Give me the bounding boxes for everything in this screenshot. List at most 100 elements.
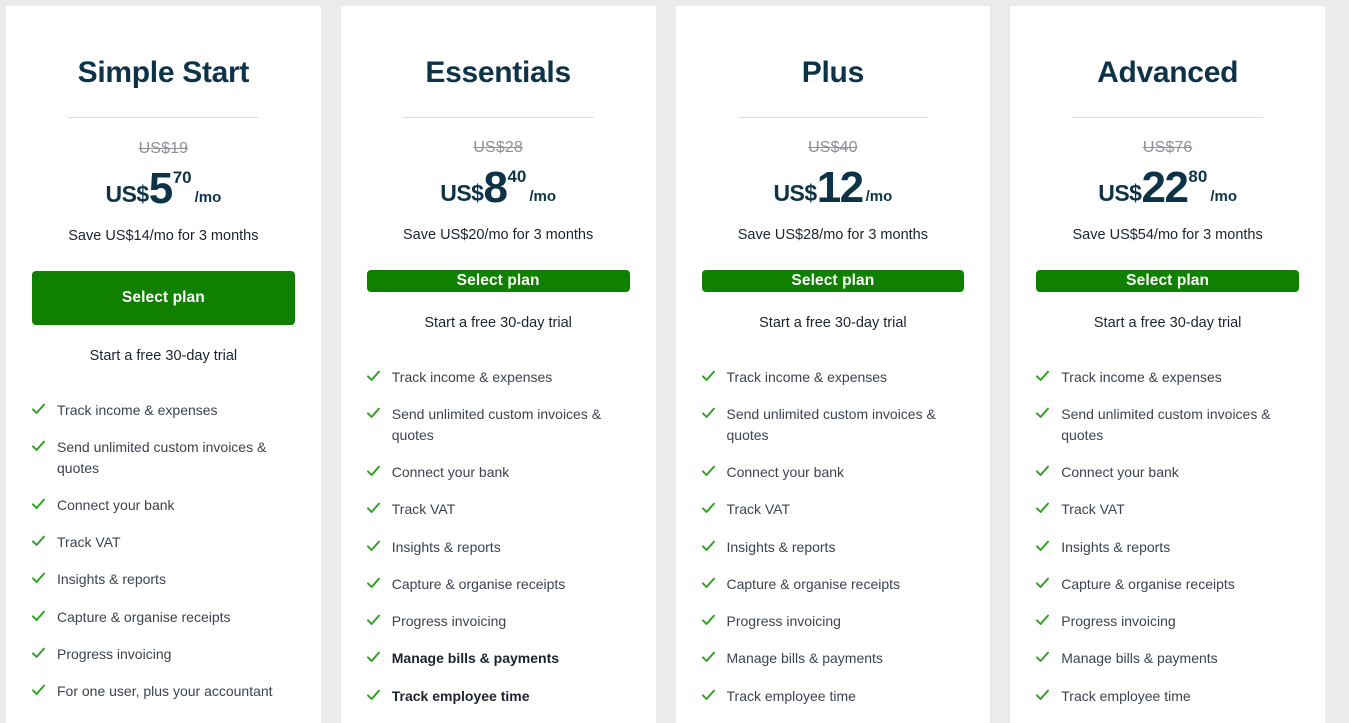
plan-title: Advanced xyxy=(1097,56,1239,89)
feature-label: Track employee time xyxy=(726,687,856,704)
free-trial-note: Start a free 30-day trial xyxy=(89,348,238,364)
price-block: US$28 US$ 8 40/mo Save US$20/mo for 3 mont… xyxy=(367,139,630,243)
feature-item: Track income & expenses xyxy=(701,367,965,387)
check-icon xyxy=(32,610,45,623)
feature-label: Insights & reports xyxy=(391,538,501,555)
plan-title: Simple Start xyxy=(77,56,250,89)
feature-label: Progress invoicing xyxy=(1061,613,1176,630)
check-icon xyxy=(366,502,380,515)
check-icon xyxy=(701,651,715,664)
feature-item: Insights & reports xyxy=(701,537,965,557)
price-period: /mo xyxy=(529,188,557,206)
original-price: US$40 xyxy=(808,139,858,157)
feature-label: Connect your bank xyxy=(1061,463,1179,480)
check-icon xyxy=(32,572,45,585)
feature-label: Progress invoicing xyxy=(391,613,507,630)
price-integer: 12 xyxy=(816,163,864,213)
current-price: US$ 12/mo xyxy=(702,166,965,210)
check-icon xyxy=(366,614,380,627)
feature-item: Track employee time xyxy=(1036,686,1299,706)
check-icon xyxy=(1036,407,1050,420)
original-price: US$19 xyxy=(138,140,189,157)
feature-item: Insights & reports xyxy=(32,569,295,589)
feature-item: Progress invoicing xyxy=(701,611,965,631)
feature-item: Manage bills & payments xyxy=(366,648,630,668)
check-icon xyxy=(366,407,380,420)
check-icon xyxy=(1036,540,1050,553)
feature-label: Capture & organise receipts xyxy=(57,608,231,625)
check-icon xyxy=(366,370,380,383)
feature-item: Connect your bank xyxy=(701,462,965,482)
feature-label: Track income & expenses xyxy=(391,369,553,386)
check-icon xyxy=(701,407,715,420)
check-icon xyxy=(1036,651,1050,664)
check-icon xyxy=(32,535,45,548)
feature-label: Send unlimited custom invoices & quotes xyxy=(57,439,267,476)
feature-label: Capture & organise receipts xyxy=(1061,575,1235,592)
price-cents: 40 xyxy=(507,167,527,187)
feature-item: Connect your bank xyxy=(1036,462,1299,482)
feature-label: Insights & reports xyxy=(726,538,836,555)
select-plan-button[interactable]: Select plan xyxy=(32,271,295,325)
free-trial-note: Start a free 30-day trial xyxy=(759,315,907,332)
feature-label: Track employee time xyxy=(391,687,530,704)
feature-list: Track income & expenses Send unlimited c… xyxy=(701,367,965,723)
check-icon xyxy=(1036,614,1050,627)
feature-label: Track income & expenses xyxy=(57,402,218,418)
feature-item: Connect your bank xyxy=(32,495,295,515)
feature-label: Track income & expenses xyxy=(726,369,888,386)
check-icon xyxy=(366,689,380,702)
price-integer: 22 xyxy=(1141,163,1188,213)
price-integer: 5 xyxy=(148,164,173,213)
feature-item: Send unlimited custom invoices & quotes xyxy=(1036,404,1299,445)
feature-item: Send unlimited custom invoices & quotes xyxy=(701,404,965,445)
feature-label: Connect your bank xyxy=(726,463,845,480)
feature-item: Insights & reports xyxy=(366,537,630,557)
feature-label: Manage bills & payments xyxy=(726,650,883,667)
feature-label: Progress invoicing xyxy=(726,613,841,630)
feature-item: Track income & expenses xyxy=(1036,367,1299,387)
feature-label: Progress invoicing xyxy=(57,646,172,663)
feature-label: For one user, plus your accountant xyxy=(57,683,273,700)
free-trial-note: Start a free 30-day trial xyxy=(1093,315,1242,332)
check-icon xyxy=(1036,370,1050,383)
feature-item: Track income & expenses xyxy=(366,367,630,387)
check-icon xyxy=(701,370,715,383)
feature-item: Capture & organise receipts xyxy=(1036,574,1299,594)
feature-item: Track VAT xyxy=(1036,499,1299,519)
plan-card-plus: Plus US$40 US$ 12/mo Save US$28/mo for 3 … xyxy=(675,6,991,723)
feature-label: Insights & reports xyxy=(1061,538,1171,555)
price-block: US$40 US$ 12/mo Save US$28/mo for 3 month… xyxy=(702,139,965,243)
check-icon xyxy=(32,684,45,697)
feature-list: Track income & expenses Send unlimited c… xyxy=(32,400,295,719)
check-icon xyxy=(701,614,715,627)
plan-title: Essentials xyxy=(425,56,571,89)
savings-note: Save US$20/mo for 3 months xyxy=(403,227,594,244)
original-price: US$28 xyxy=(473,139,523,157)
savings-note: Save US$14/mo for 3 months xyxy=(68,228,259,244)
feature-item: Track VAT xyxy=(366,499,630,519)
feature-item: Progress invoicing xyxy=(32,644,295,664)
currency-symbol: US$ xyxy=(105,181,149,207)
select-plan-button[interactable]: Select plan xyxy=(701,270,965,293)
feature-label: Manage bills & payments xyxy=(1061,650,1218,667)
feature-label: Track VAT xyxy=(57,534,121,551)
feature-item: Manage bills & payments xyxy=(1036,648,1299,668)
check-icon xyxy=(1036,689,1050,702)
feature-item: Capture & organise receipts xyxy=(366,574,630,594)
check-icon xyxy=(32,498,45,511)
savings-note: Save US$54/mo for 3 months xyxy=(1072,227,1263,244)
feature-label: Capture & organise receipts xyxy=(726,575,901,592)
feature-label: Track VAT xyxy=(726,501,791,518)
check-icon xyxy=(366,465,380,478)
select-plan-button[interactable]: Select plan xyxy=(366,270,630,293)
currency-symbol: US$ xyxy=(1098,180,1142,207)
feature-label: Manage bills & payments xyxy=(391,650,560,667)
feature-item: Track VAT xyxy=(32,532,295,552)
plan-title: Plus xyxy=(801,56,864,89)
feature-item: Track VAT xyxy=(701,499,965,519)
select-plan-button[interactable]: Select plan xyxy=(1036,270,1299,293)
feature-label: Track income & expenses xyxy=(1061,369,1222,386)
feature-list: Track income & expenses Send unlimited c… xyxy=(366,367,630,723)
plan-card-advanced: Advanced US$76 US$ 22 80/mo Save US$54/mo … xyxy=(1010,6,1325,723)
